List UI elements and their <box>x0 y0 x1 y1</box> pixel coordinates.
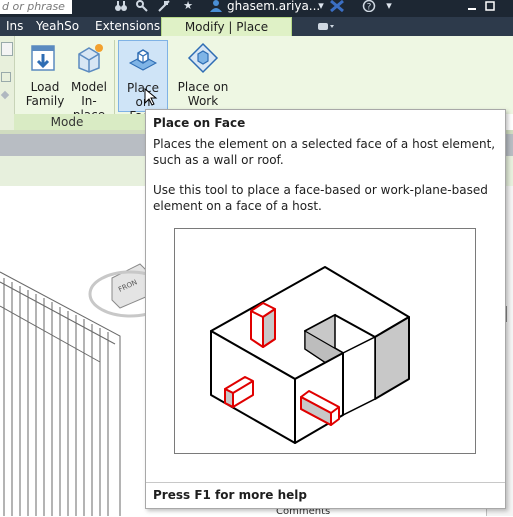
help-icon[interactable]: ? <box>362 0 376 13</box>
tab-modify-place-fixture[interactable]: Modify | Place Fixture <box>161 17 292 53</box>
chevron-down-icon[interactable]: ▾ <box>312 0 330 12</box>
place-on-face-button[interactable]: Place on Face <box>118 40 168 123</box>
model-in-place-label-1: Model <box>70 80 108 94</box>
tab-extensions[interactable]: Extensions <box>89 17 166 36</box>
tooltip-detail: Use this tool to place a face-based or w… <box>153 183 488 213</box>
place-on-face-label-1: Place on <box>127 81 159 109</box>
tab-overflow-icon[interactable] <box>310 17 340 36</box>
place-on-face-icon <box>127 43 159 75</box>
binoculars-icon[interactable] <box>114 0 127 12</box>
key-icon[interactable] <box>136 0 148 12</box>
satellite-icon[interactable] <box>158 0 170 12</box>
place-on-work-plane-button[interactable]: Place on Work Plane <box>170 40 236 122</box>
place-on-work-plane-icon <box>187 42 219 74</box>
star-icon[interactable]: ★ <box>182 0 194 12</box>
load-family-icon <box>29 42 61 74</box>
gear-icon[interactable] <box>1 42 13 56</box>
checkbox-icon[interactable] <box>1 72 11 82</box>
model-in-place-button[interactable]: Model In-place <box>66 40 112 122</box>
exchange-icon[interactable] <box>330 0 344 13</box>
user-icon[interactable] <box>209 0 222 12</box>
tooltip-description: Places the element on a selected face of… <box>153 137 496 167</box>
tooltip-help-text: Press F1 for more help <box>153 488 307 502</box>
search-input[interactable]: d or phrase <box>0 0 72 14</box>
panel-label-mode: Mode <box>50 115 84 129</box>
load-family-button[interactable]: Load Family <box>23 40 67 112</box>
tooltip-title: Place on Face <box>153 116 246 130</box>
tab-yeahso[interactable]: YeahSo <box>30 17 85 36</box>
tooltip-place-on-face: Place on Face Places the element on a se… <box>145 109 506 509</box>
ribbon-left-strip <box>0 36 15 132</box>
load-family-label-2: Family <box>25 94 65 108</box>
tab-insert[interactable]: Ins <box>0 17 29 36</box>
minimize-icon[interactable] <box>465 0 479 12</box>
load-family-label-1: Load <box>30 80 60 94</box>
tooltip-separator <box>146 482 505 483</box>
place-on-work-plane-label-1: Place on <box>177 80 229 94</box>
window-controls <box>465 0 513 12</box>
tooltip-illustration <box>174 228 476 454</box>
mouse-cursor-icon <box>144 87 158 106</box>
diamond-icon[interactable] <box>0 90 10 100</box>
restore-icon[interactable] <box>483 0 497 12</box>
svg-text:?: ? <box>367 3 372 13</box>
chevron-down-icon[interactable]: ▾ <box>384 0 394 12</box>
user-name[interactable]: ghasem.ariya... <box>227 0 320 12</box>
model-in-place-icon <box>73 42 105 74</box>
